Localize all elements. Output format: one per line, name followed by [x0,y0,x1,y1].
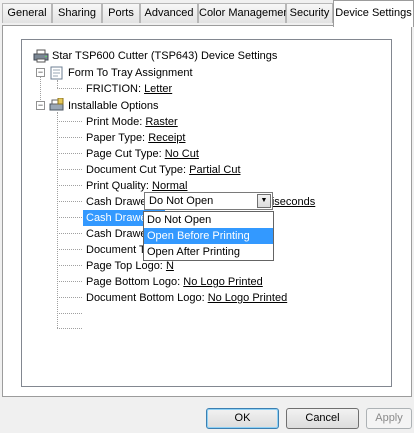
paper-type-setting[interactable]: Paper Type: Receipt [86,130,185,146]
page-cut-value[interactable]: No Cut [165,148,199,160]
tree-root-label[interactable]: Star TSP600 Cutter (TSP643) Device Setti… [52,48,277,64]
paper-type-label: Paper Type: [86,132,146,144]
document-cut-label: Document Cut Type: [86,164,187,176]
tree-line [57,112,58,328]
ok-button[interactable]: OK [206,408,279,429]
dropdown-option[interactable]: Do Not Open [144,212,273,228]
tab-general[interactable]: General [2,3,52,23]
tab-sharing[interactable]: Sharing [52,3,102,23]
page-bottom-logo-setting[interactable]: Page Bottom Logo: No Logo Printed [86,274,263,290]
print-quality-label: Print Quality: [86,180,149,192]
tree-line [57,313,82,314]
document-cut-value[interactable]: Partial Cut [189,164,240,176]
tree-line [57,328,82,329]
cash-drawer-1-dropdown: Do Not Open Open Before Printing Open Af… [143,211,274,261]
tree-line [57,88,82,89]
page-top-logo-value[interactable]: N [166,260,174,272]
tree-line [57,80,58,88]
tree-line [57,169,82,170]
document-cut-setting[interactable]: Document Cut Type: Partial Cut [86,162,241,178]
print-mode-value[interactable]: Raster [145,116,177,128]
dropdown-option[interactable]: Open After Printing [144,244,273,260]
page-cut-label: Page Cut Type: [86,148,162,160]
page-cut-setting[interactable]: Page Cut Type: No Cut [86,146,199,162]
tree-line [57,137,82,138]
cash-drawer-1-combo[interactable]: Do Not Open ▼ [144,192,273,210]
page-bottom-logo-value[interactable]: No Logo Printed [183,276,263,288]
tree-line [57,297,82,298]
friction-setting[interactable]: FRICTION: Letter [86,81,172,97]
tree-line [57,153,82,154]
tree-line [57,265,82,266]
tree-line [57,233,82,234]
form-to-tray-label[interactable]: Form To Tray Assignment [68,65,193,81]
form-icon [50,66,63,80]
tree-line [57,121,82,122]
tab-security[interactable]: Security [286,3,333,23]
document-bottom-logo-value[interactable]: No Logo Printed [208,292,288,304]
print-mode-setting[interactable]: Print Mode: Raster [86,114,178,130]
document-bottom-logo-label: Document Bottom Logo: [86,292,205,304]
cancel-button[interactable]: Cancel [286,408,359,429]
page-top-logo-label: Page Top Logo: [86,260,163,272]
tree-line [57,249,82,250]
tab-ports[interactable]: Ports [102,3,140,23]
print-quality-value[interactable]: Normal [152,180,187,192]
tree-line [57,281,82,282]
print-mode-label: Print Mode: [86,116,143,128]
dropdown-option[interactable]: Open Before Printing [144,228,273,244]
combo-selected-value: Do Not Open [149,195,214,207]
friction-label: FRICTION: [86,83,141,95]
collapse-icon[interactable]: − [36,68,45,77]
tree-line [57,185,82,186]
installable-options-icon [49,98,64,111]
tab-strip: General Sharing Ports Advanced Color Man… [0,0,414,27]
apply-button[interactable]: Apply [366,408,412,429]
printer-icon [33,49,49,63]
friction-value[interactable]: Letter [144,83,172,95]
tree-line [57,217,82,218]
tab-device-settings[interactable]: Device Settings [333,0,414,27]
installable-options-label[interactable]: Installable Options [68,98,159,114]
tab-advanced[interactable]: Advanced [140,3,198,23]
tree-line [57,201,82,202]
page-bottom-logo-label: Page Bottom Logo: [86,276,181,288]
chevron-down-icon[interactable]: ▼ [257,194,271,208]
collapse-icon[interactable]: − [36,101,45,110]
document-bottom-logo-setting[interactable]: Document Bottom Logo: No Logo Printed [86,290,287,306]
tab-color-management[interactable]: Color Management [198,3,293,23]
paper-type-value[interactable]: Receipt [148,132,185,144]
